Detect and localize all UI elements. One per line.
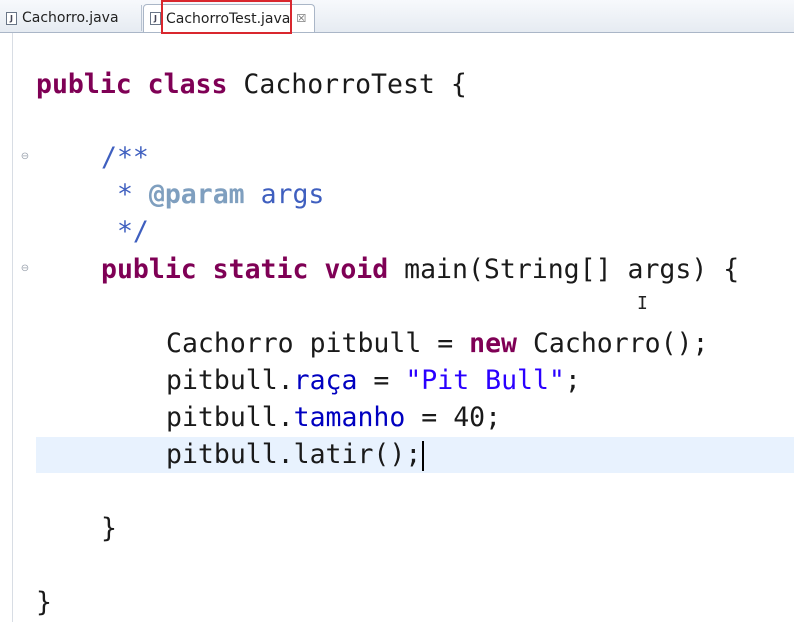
code-line-current: pitbull.latir(); <box>166 438 425 472</box>
code-line: Cachorro pitbull = new Cachorro(); <box>166 328 709 359</box>
code-line: } <box>36 587 52 618</box>
ibeam-cursor-icon: I <box>637 293 648 314</box>
code-line: * @param args <box>101 179 325 210</box>
collapse-icon[interactable]: ⊖ <box>20 264 30 274</box>
code-line: pitbull.tamanho = 40; <box>166 402 502 433</box>
editor-gutter <box>0 33 13 622</box>
text-caret <box>422 440 425 471</box>
collapse-icon[interactable]: ⊖ <box>20 152 30 162</box>
code-line: public static void main(String[] args) { <box>101 254 740 285</box>
code-editor[interactable]: public class CachorroTest { /** * @param… <box>36 0 794 618</box>
code-line: public class CachorroTest { <box>36 69 467 100</box>
code-line: */ <box>101 216 149 247</box>
code-line: } <box>101 513 117 544</box>
java-file-icon: J <box>6 11 17 25</box>
code-line: pitbull.raça = "Pit Bull"; <box>166 365 581 396</box>
code-line: /** <box>101 142 149 173</box>
